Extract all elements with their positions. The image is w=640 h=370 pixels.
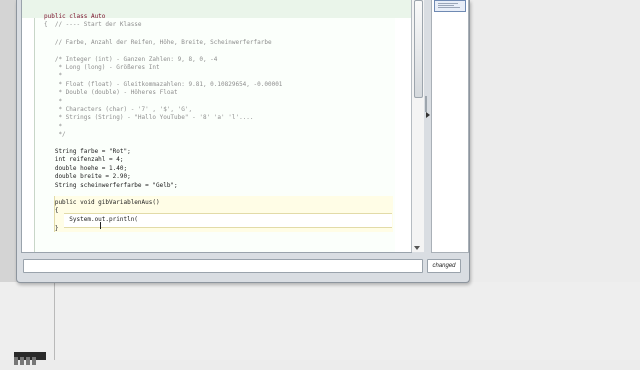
code-line: * Float (float) - Gleitkommazahlen: 9.81… xyxy=(44,81,283,88)
code-line: * xyxy=(44,72,63,79)
workspace-divider xyxy=(54,282,55,360)
code-line: */ xyxy=(44,131,66,138)
text-cursor xyxy=(100,222,101,229)
editor-window: public class Auto { // ---- Start der Kl… xyxy=(16,0,470,283)
code-line: double breite = 2.90; xyxy=(44,173,131,180)
scroll-down-arrow-icon[interactable] xyxy=(414,246,420,250)
code-line: // Farbe, Anzahl der Reifen, Höhe, Breit… xyxy=(44,39,272,46)
code-line: String scheinwerferfarbe = "Gelb"; xyxy=(44,182,178,189)
overview-viewport[interactable] xyxy=(434,0,466,12)
status-message-field xyxy=(23,259,423,273)
code-editor[interactable]: public class Auto { // ---- Start der Kl… xyxy=(21,0,412,253)
code-line: public class Auto xyxy=(44,13,106,20)
workspace-background xyxy=(0,282,640,360)
code-line: { xyxy=(44,207,59,214)
code-line: * xyxy=(44,98,63,105)
changed-status-badge: changed xyxy=(427,259,461,273)
code-overview-panel[interactable] xyxy=(431,0,469,253)
code-line: /* Integer (int) - Ganzen Zahlen: 9, 8, … xyxy=(44,56,218,63)
splitter-grip[interactable] xyxy=(425,96,427,112)
code-line: { // ---- Start der Klasse xyxy=(44,21,142,28)
code-line: public void gibVariablenAus() xyxy=(44,199,160,206)
code-line: * Long (long) - Größeres Int xyxy=(44,64,160,71)
expand-arrow-icon[interactable] xyxy=(426,112,430,118)
taskbar-fragment xyxy=(14,352,46,365)
panel-splitter[interactable] xyxy=(424,0,430,252)
code-line: * Double (double) - Höheres Float xyxy=(44,89,178,96)
code-line: int reifenzahl = 4; xyxy=(44,156,124,163)
vertical-scrollbar[interactable] xyxy=(411,0,424,252)
code-line: * xyxy=(44,123,63,130)
code-line: double hoehe = 1.40; xyxy=(44,165,128,172)
code-line: } xyxy=(44,225,59,232)
code-line: System.out.println( xyxy=(44,216,138,223)
scrollbar-thumb[interactable] xyxy=(414,0,423,98)
code-line: * Strings (String) - "Hallo YouTube" - '… xyxy=(44,114,254,121)
code-line: * Characters (char) - '7' , '$', 'G', xyxy=(44,106,193,113)
code-line: String farbe = "Rot"; xyxy=(44,148,131,155)
